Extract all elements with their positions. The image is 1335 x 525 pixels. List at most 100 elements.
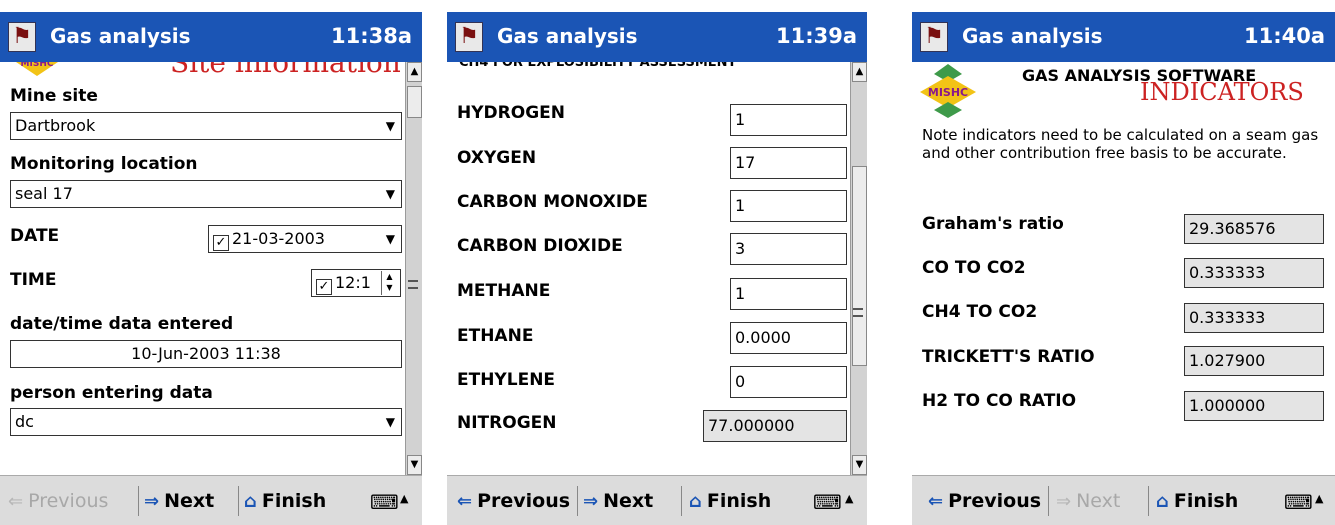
title-bar: ⚑ Gas analysis 11:40a xyxy=(912,12,1335,62)
entered-value: 10-Jun-2003 11:38 xyxy=(131,344,281,363)
input-menu-arrow-icon[interactable]: ▲ xyxy=(1315,492,1323,505)
carbon-monoxide-input[interactable]: 1 xyxy=(730,190,847,222)
next-button[interactable]: ⇒ Next xyxy=(1056,490,1120,512)
previous-button[interactable]: ⇐ Previous xyxy=(8,490,108,512)
oxygen-label: OXYGEN xyxy=(457,148,537,168)
chevron-down-icon: ▼ xyxy=(385,187,395,201)
separator xyxy=(681,486,682,516)
person-dropdown[interactable]: dc ▼ xyxy=(10,408,402,436)
tricketts-ratio-value: 1.027900 xyxy=(1184,346,1324,376)
co-to-co2-label: CO TO CO2 xyxy=(922,258,1026,278)
time-spinner[interactable]: ▲ ▼ xyxy=(381,271,397,295)
methane-label: METHANE xyxy=(457,281,551,301)
time-checkbox[interactable]: ✓ xyxy=(316,279,332,295)
app-title: Gas analysis xyxy=(50,24,191,48)
monitoring-location-dropdown[interactable]: seal 17 ▼ xyxy=(10,180,402,208)
oxygen-input[interactable]: 17 xyxy=(730,147,847,179)
down-arrow-icon[interactable]: ▼ xyxy=(407,455,422,475)
windows-start-flag-icon[interactable]: ⚑ xyxy=(455,22,483,52)
nitrogen-label: NITROGEN xyxy=(457,413,557,433)
ethane-input[interactable]: 0.0000 xyxy=(730,322,847,354)
command-bar: ⇐ Previous ⇒ Next ⌂ Finish ⌨ ▲ xyxy=(447,475,867,525)
vertical-scrollbar[interactable]: ▲ ▼ xyxy=(405,62,422,475)
clock[interactable]: 11:38a xyxy=(331,24,412,48)
keyboard-icon[interactable]: ⌨ xyxy=(1284,490,1313,514)
separator xyxy=(1148,486,1149,516)
previous-button[interactable]: ⇐ Previous xyxy=(928,490,1041,512)
app-title: Gas analysis xyxy=(497,24,638,48)
previous-label: Previous xyxy=(477,490,571,512)
previous-button[interactable]: ⇐ Previous xyxy=(457,490,570,512)
chevron-down-icon: ▼ xyxy=(385,415,395,429)
scroll-grip xyxy=(853,308,863,317)
entered-value-field: 10-Jun-2003 11:38 xyxy=(10,340,402,368)
keyboard-icon[interactable]: ⌨ xyxy=(813,490,842,514)
time-picker[interactable]: ✓ 12:1 ▲ ▼ xyxy=(311,269,401,297)
previous-arrow-icon: ⇐ xyxy=(928,491,944,512)
next-button[interactable]: ⇒ Next xyxy=(144,490,214,512)
header-strip: MISHC Site information xyxy=(0,62,404,78)
page-heading: Site information xyxy=(170,62,401,78)
home-icon: ⌂ xyxy=(244,491,257,512)
input-menu-arrow-icon[interactable]: ▲ xyxy=(845,492,853,505)
mishc-logo-text: MISHC xyxy=(928,86,968,99)
input-menu-arrow-icon[interactable]: ▲ xyxy=(400,492,408,505)
ethane-label: ETHANE xyxy=(457,326,534,346)
mine-site-value: Dartbrook xyxy=(15,116,96,135)
home-icon: ⌂ xyxy=(689,491,702,512)
screen-gas-composition: ⚑ Gas analysis 11:39a CH4 FOR EXPLOSIBIL… xyxy=(447,0,867,525)
separator xyxy=(1048,486,1049,516)
entered-label: date/time data entered xyxy=(10,314,234,334)
windows-start-flag-icon[interactable]: ⚑ xyxy=(920,22,948,52)
co-to-co2-value: 0.333333 xyxy=(1184,258,1324,288)
finish-button[interactable]: ⌂ Finish xyxy=(689,490,771,512)
next-button[interactable]: ⇒ Next xyxy=(583,490,653,512)
date-picker[interactable]: ✓ 21-03-2003 ▼ xyxy=(208,225,402,253)
chevron-down-icon: ▼ xyxy=(385,119,395,133)
ethylene-label: ETHYLENE xyxy=(457,370,556,390)
up-arrow-icon[interactable]: ▲ xyxy=(407,62,422,82)
hydrogen-input[interactable]: 1 xyxy=(730,104,847,136)
next-label: Next xyxy=(1076,490,1121,512)
monitoring-location-value: seal 17 xyxy=(15,184,73,203)
next-label: Next xyxy=(603,490,654,512)
finish-label: Finish xyxy=(261,490,327,512)
ethylene-input[interactable]: 0 xyxy=(730,366,847,398)
clock[interactable]: 11:40a xyxy=(1244,24,1325,48)
finish-button[interactable]: ⌂ Finish xyxy=(1156,490,1238,512)
tricketts-ratio-label: TRICKETT'S RATIO xyxy=(922,347,1095,367)
finish-label: Finish xyxy=(1173,490,1239,512)
h2-to-co-ratio-label: H2 TO CO RATIO xyxy=(922,391,1077,411)
command-bar: ⇐ Previous ⇒ Next ⌂ Finish ⌨ ▲ xyxy=(912,475,1335,525)
section-heading: CH4 FOR EXPLOSIBILITY ASSESSMENT xyxy=(459,62,737,70)
grahams-ratio-value: 29.368576 xyxy=(1184,214,1324,244)
previous-arrow-icon: ⇐ xyxy=(8,491,24,512)
vertical-scrollbar[interactable]: ▲ ▼ xyxy=(850,62,867,475)
finish-label: Finish xyxy=(706,490,772,512)
nitrogen-value-readonly: 77.000000 xyxy=(703,410,847,442)
methane-input[interactable]: 1 xyxy=(730,278,847,310)
separator xyxy=(138,486,139,516)
previous-label: Previous xyxy=(948,490,1042,512)
clock[interactable]: 11:39a xyxy=(776,24,857,48)
down-arrow-icon[interactable]: ▼ xyxy=(852,455,867,475)
scroll-thumb[interactable] xyxy=(407,86,422,118)
scroll-thumb[interactable] xyxy=(852,166,867,366)
next-arrow-icon: ⇒ xyxy=(144,491,160,512)
date-checkbox[interactable]: ✓ xyxy=(213,235,229,251)
mishc-logo-text: MISHC xyxy=(21,62,54,69)
keyboard-icon[interactable]: ⌨ xyxy=(370,490,399,514)
title-bar: ⚑ Gas analysis 11:38a xyxy=(0,12,422,62)
carbon-monoxide-label: CARBON MONOXIDE xyxy=(457,192,648,212)
previous-label: Previous xyxy=(28,490,109,512)
finish-button[interactable]: ⌂ Finish xyxy=(244,490,326,512)
person-value: dc xyxy=(15,412,34,431)
monitoring-location-label: Monitoring location xyxy=(10,154,198,174)
up-arrow-icon[interactable]: ▲ xyxy=(852,62,867,82)
screen-site-information: ⚑ Gas analysis 11:38a MISHC Site informa… xyxy=(0,0,422,525)
mine-site-dropdown[interactable]: Dartbrook ▼ xyxy=(10,112,402,140)
header-strip: CH4 FOR EXPLOSIBILITY ASSESSMENT xyxy=(447,62,847,76)
separator xyxy=(238,486,239,516)
carbon-dioxide-input[interactable]: 3 xyxy=(730,233,847,265)
windows-start-flag-icon[interactable]: ⚑ xyxy=(8,22,36,52)
